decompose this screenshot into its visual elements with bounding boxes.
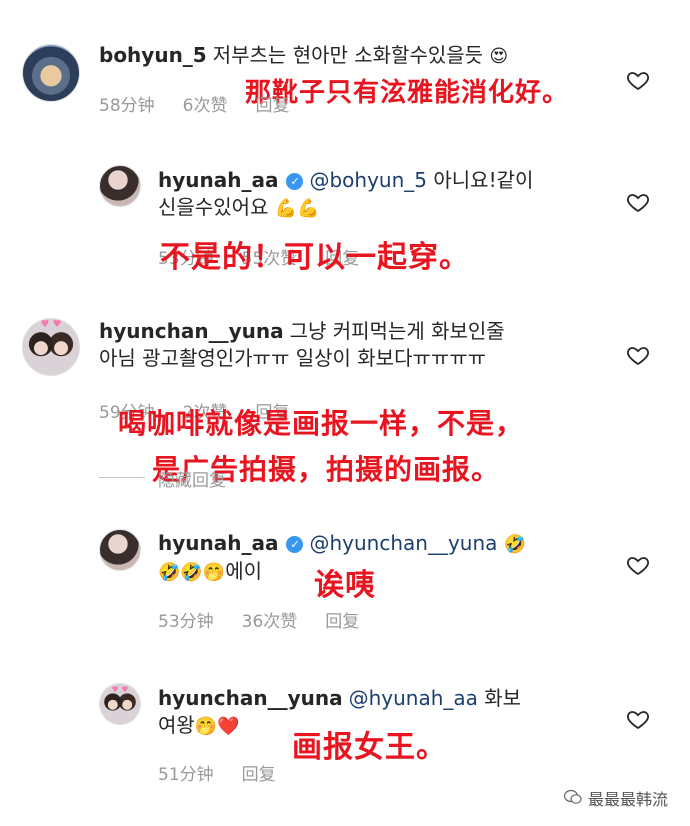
avatar[interactable]: [22, 44, 80, 102]
heart-icon[interactable]: [626, 707, 650, 731]
comment-body: 신을수있어요: [158, 195, 269, 219]
comment-body: 여왕: [158, 713, 195, 737]
bunny-ears-decoration: ♥ ♥: [40, 319, 62, 330]
heart-icon[interactable]: [626, 553, 650, 577]
reply-button[interactable]: 回复: [242, 765, 276, 785]
mention-link[interactable]: @hyunchan__yuna: [309, 531, 497, 555]
comment-text: bohyun_5 저부츠는 현아만 소화할수있을듯 😍: [99, 42, 599, 70]
comment-meta: 58分钟 6次赞 回复: [99, 91, 317, 116]
verified-badge-icon: ✓: [286, 173, 304, 190]
heart-icon[interactable]: [626, 68, 650, 92]
translation-text: 诶咦: [314, 568, 376, 603]
watermark-text: 最最最韩流: [587, 790, 668, 809]
shushing-heart-emoji: 🤭❤️: [194, 716, 240, 737]
username[interactable]: bohyun_5: [99, 43, 207, 67]
comment-text: hyunah_aa ✓ @hyunchan__yuna 🤣 🤣🤣🤭에이: [158, 530, 608, 586]
hide-replies-button[interactable]: 隐藏回复: [158, 466, 226, 491]
avatar[interactable]: ♥ ♥: [99, 683, 141, 725]
comment-body: 에이: [225, 559, 263, 583]
translation-text: 画报女王。: [292, 730, 447, 765]
avatar[interactable]: [99, 529, 141, 571]
flexed-biceps-emoji: 💪💪: [274, 198, 320, 219]
mention-link[interactable]: @hyunah_aa: [349, 686, 478, 710]
like-count[interactable]: 36次赞: [242, 612, 298, 632]
comment-text: hyunah_aa ✓ @bohyun_5 아니요!같이 신을수있어요 💪💪: [158, 167, 608, 222]
comment-text: hyunchan__yuna 그냥 커피먹는게 화보인줄 아님 광고촬영인가ㅠㅠ …: [99, 318, 619, 372]
heart-icon[interactable]: [626, 190, 650, 214]
timestamp: 51分钟: [158, 765, 214, 785]
like-count[interactable]: 6次赞: [183, 96, 228, 116]
avatar[interactable]: [99, 165, 141, 207]
username[interactable]: hyunchan__yuna: [99, 319, 284, 343]
translation-text: 喝咖啡就像是画报一样，不是，: [118, 407, 525, 440]
verified-badge-icon: ✓: [286, 536, 304, 553]
username[interactable]: hyunah_aa: [158, 531, 278, 555]
heart-eyes-emoji: 😍: [489, 46, 509, 67]
heart-icon[interactable]: [626, 343, 650, 367]
comment-meta: 51分钟 回复: [158, 760, 304, 785]
avatar[interactable]: ♥ ♥: [22, 318, 80, 376]
rofl-emoji: 🤣🤣🤭: [158, 562, 226, 583]
comment-body: 아니요!같이: [433, 168, 534, 192]
comment-body: 아님 광고촬영인가ㅠㅠ 일상이 화보다ㅠㅠㅠㅠ: [99, 346, 487, 370]
bunny-ears-decoration: ♥ ♥: [111, 685, 129, 694]
divider: [99, 477, 145, 478]
comment-body: 그냥 커피먹는게 화보인줄: [289, 319, 505, 343]
reply-button[interactable]: 回复: [325, 612, 359, 632]
username[interactable]: hyunchan__yuna: [158, 686, 343, 710]
watermark: 最最最韩流: [563, 786, 668, 810]
wechat-icon: [563, 789, 582, 809]
reply-button[interactable]: 回复: [255, 96, 289, 116]
mention-link[interactable]: @bohyun_5: [309, 168, 427, 192]
comment-body: 저부츠는 현아만 소화할수있을듯: [212, 43, 484, 67]
translation-text: 不是的！可以一起穿。: [160, 240, 470, 275]
username[interactable]: hyunah_aa: [158, 168, 278, 192]
timestamp: 53分钟: [158, 612, 214, 632]
comment-body: 화보: [484, 686, 522, 710]
rofl-emoji: 🤣: [503, 534, 527, 555]
timestamp: 58分钟: [99, 96, 155, 116]
comment-meta: 53分钟 36次赞 回复: [158, 607, 387, 632]
